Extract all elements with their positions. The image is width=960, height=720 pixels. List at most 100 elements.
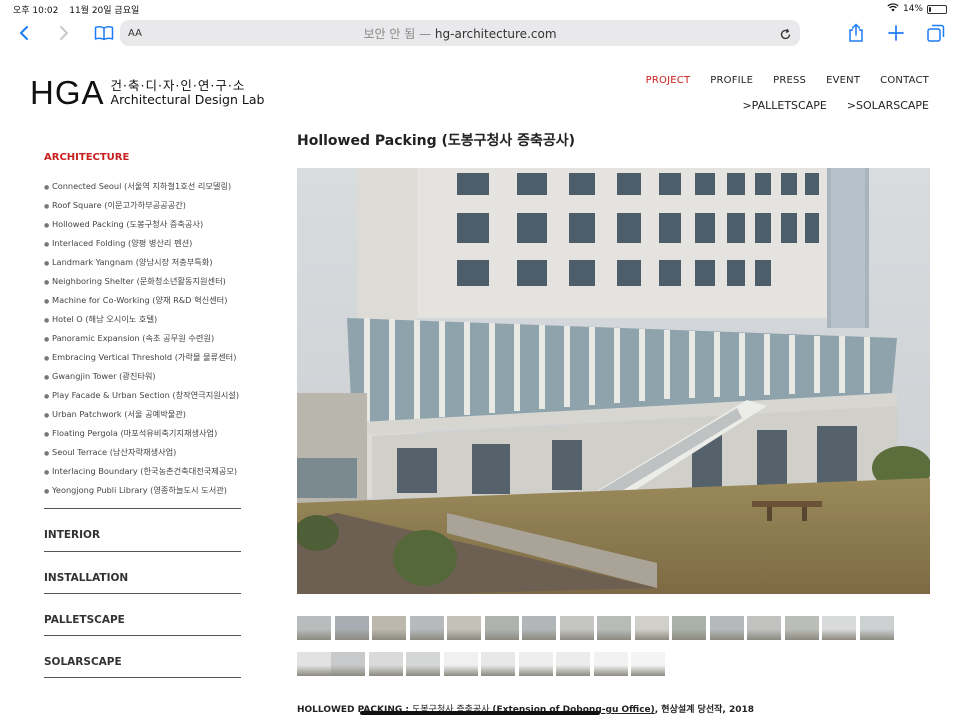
thumbnail-21[interactable] <box>443 652 478 676</box>
thumbnail-20[interactable] <box>406 652 440 676</box>
thumbnail-17[interactable] <box>297 652 331 676</box>
project-list: ● Connected Seoul (서울역 지하철1호선 리모델링) ● Roof… <box>44 179 241 502</box>
thumbnail-19[interactable] <box>368 652 403 676</box>
project-item[interactable]: ● Neighboring Shelter (문화청소년활동지원센터) <box>44 274 241 293</box>
project-item[interactable]: ● Machine for Co-Working (양재 R&D 혁신센터) <box>44 293 241 312</box>
logo-english: Architectural Design Lab <box>110 92 265 107</box>
nav-press[interactable]: PRESS <box>773 75 806 86</box>
thumbnail-26[interactable] <box>631 652 665 676</box>
tabs-overview-icon[interactable] <box>924 24 948 42</box>
logo-mark: HGA <box>30 74 105 111</box>
sub-nav: >PALLETSCAPE >SOLARSCAPE <box>742 99 929 112</box>
thumbnail-4[interactable] <box>409 616 444 640</box>
project-item-label: Gwangjin Tower (광진타워) <box>52 371 156 381</box>
thumbnail-10[interactable] <box>634 616 669 640</box>
project-item-label: Play Facade & Urban Section (창작연극지원시설) <box>52 390 240 400</box>
bookmarks-icon[interactable] <box>92 25 116 41</box>
project-item[interactable]: ● Connected Seoul (서울역 지하철1호선 리모델링) <box>44 179 241 198</box>
project-item[interactable]: ● Floating Pergola (마포석유비축기지재생사업) <box>44 426 241 445</box>
project-hero-image[interactable] <box>297 168 930 594</box>
share-icon[interactable] <box>844 23 868 43</box>
thumbnail-6[interactable] <box>484 616 519 640</box>
project-item[interactable]: ● Hotel O (해남 오시이노 호텔) <box>44 312 241 331</box>
browser-toolbar: AA 보안 안 됨 — hg-architecture.com <box>0 18 960 48</box>
thumbnail-2[interactable] <box>334 616 369 640</box>
project-item-label: Urban Patchwork (서울 공예박물관) <box>52 409 186 419</box>
page-title: Hollowed Packing (도봉구청사 증축공사) <box>297 133 576 149</box>
url-domain: hg-architecture.com <box>434 26 557 41</box>
project-item[interactable]: ● Seoul Terrace (남산자락재생사업) <box>44 445 241 464</box>
url-text[interactable]: 보안 안 됨 — hg-architecture.com <box>120 25 800 42</box>
project-item-label: Machine for Co-Working (양재 R&D 혁신센터) <box>52 295 228 305</box>
project-item[interactable]: ● Gwangjin Tower (광진타워) <box>44 369 241 388</box>
project-item-label: Floating Pergola (마포석유비축기지재생사업) <box>52 428 218 438</box>
project-item-label: Seoul Terrace (남산자락재생사업) <box>52 447 177 457</box>
new-tab-icon[interactable] <box>884 25 908 41</box>
battery-percent: 14% <box>902 4 923 14</box>
project-item[interactable]: ● Interlaced Folding (양평 병산리 펜션) <box>44 236 241 255</box>
thumbnail-5[interactable] <box>447 616 481 640</box>
address-bar[interactable]: AA 보안 안 됨 — hg-architecture.com <box>120 20 800 46</box>
thumbnail-13[interactable] <box>747 616 781 640</box>
thumbnail-24[interactable] <box>556 652 590 676</box>
reader-options-button[interactable]: AA <box>128 28 142 39</box>
project-item[interactable]: ● Yeongjong Publi Library (영종하늘도시 도서관) <box>44 483 241 502</box>
sidebar-category-interior[interactable]: INTERIOR <box>44 509 241 551</box>
sidebar-divider <box>44 677 241 678</box>
subnav-palletscape[interactable]: >PALLETSCAPE <box>742 99 826 112</box>
thumbnail-11[interactable] <box>672 616 706 640</box>
thumbnail-9[interactable] <box>597 616 631 640</box>
forward-icon[interactable] <box>52 25 76 41</box>
nav-contact[interactable]: CONTACT <box>880 75 929 86</box>
subnav-solarscape[interactable]: >SOLARSCAPE <box>847 99 929 112</box>
thumbnail-3[interactable] <box>372 616 406 640</box>
nav-profile[interactable]: PROFILE <box>710 75 753 86</box>
project-item[interactable]: ● Roof Square (이문고가하부공공공간) <box>44 198 241 217</box>
thumbnail-1[interactable] <box>297 616 331 640</box>
logo-korean: 건·축·디·자·인·연·구·소 <box>110 78 246 93</box>
thumbnail-18[interactable] <box>331 652 365 676</box>
thumbnail-23[interactable] <box>518 652 553 676</box>
sidebar-category-solarscape[interactable]: SOLARSCAPE <box>44 635 241 677</box>
project-item[interactable]: ● Landmark Yangnam (양남시장 저층부특화) <box>44 255 241 274</box>
sidebar-category-palletscape[interactable]: PALLETSCAPE <box>44 593 241 635</box>
battery-icon <box>927 4 947 14</box>
sidebar-category-installation[interactable]: INSTALLATION <box>44 551 241 593</box>
project-sidebar: ARCHITECTURE ● Connected Seoul (서울역 지하철1호… <box>44 152 241 678</box>
status-bar: 오후 10:02 11월 20일 금요일 14% <box>0 0 960 18</box>
thumbnail-14[interactable] <box>784 616 819 640</box>
project-item-label: Interlaced Folding (양평 병산리 펜션) <box>52 238 193 248</box>
building-photo <box>297 168 930 594</box>
thumbnail-15[interactable] <box>822 616 856 640</box>
project-item-label: Panoramic Expansion (속초 공무원 수련원) <box>52 333 215 343</box>
project-item[interactable]: ● Play Facade & Urban Section (창작연극지원시설) <box>44 388 241 407</box>
nav-event[interactable]: EVENT <box>826 75 860 86</box>
url-separator: — <box>415 26 435 41</box>
home-indicator[interactable] <box>360 711 600 715</box>
thumbnail-8[interactable] <box>559 616 594 640</box>
thumbnail-7[interactable] <box>522 616 556 640</box>
project-item-label: Hotel O (해남 오시이노 호텔) <box>52 314 158 324</box>
status-date: 11월 20일 금요일 <box>69 5 140 16</box>
status-time: 오후 10:02 <box>13 5 59 16</box>
wifi-icon <box>887 3 899 15</box>
project-item-label: Neighboring Shelter (문화청소년활동지원센터) <box>52 276 226 286</box>
project-item[interactable]: ● Embracing Vertical Threshold (가락몰 물류센터) <box>44 350 241 369</box>
thumbnail-16[interactable] <box>859 616 894 640</box>
project-item[interactable]: ● Panoramic Expansion (속초 공무원 수련원) <box>44 331 241 350</box>
project-item[interactable]: ● Hollowed Packing (도봉구청사 증축공사) <box>44 217 241 236</box>
sidebar-heading-architecture[interactable]: ARCHITECTURE <box>44 152 241 163</box>
project-item-label: Connected Seoul (서울역 지하철1호선 리모델링) <box>52 181 232 191</box>
reload-icon[interactable] <box>779 26 792 45</box>
project-item[interactable]: ● Interlacing Boundary (한국농촌건축대전국제공모) <box>44 464 241 483</box>
thumbnail-25[interactable] <box>593 652 628 676</box>
project-item-label: Embracing Vertical Threshold (가락몰 물류센터) <box>52 352 237 362</box>
thumbnail-12[interactable] <box>709 616 744 640</box>
project-item-label: Hollowed Packing (도봉구청사 증축공사) <box>52 219 204 229</box>
nav-project[interactable]: PROJECT <box>646 75 691 86</box>
project-item-label: Yeongjong Publi Library (영종하늘도시 도서관) <box>52 485 227 495</box>
thumbnail-22[interactable] <box>481 652 515 676</box>
site-logo[interactable]: HGA 건·축·디·자·인·연·구·소 Architectural Design… <box>30 74 265 111</box>
back-icon[interactable] <box>12 25 36 41</box>
project-item[interactable]: ● Urban Patchwork (서울 공예박물관) <box>44 407 241 426</box>
